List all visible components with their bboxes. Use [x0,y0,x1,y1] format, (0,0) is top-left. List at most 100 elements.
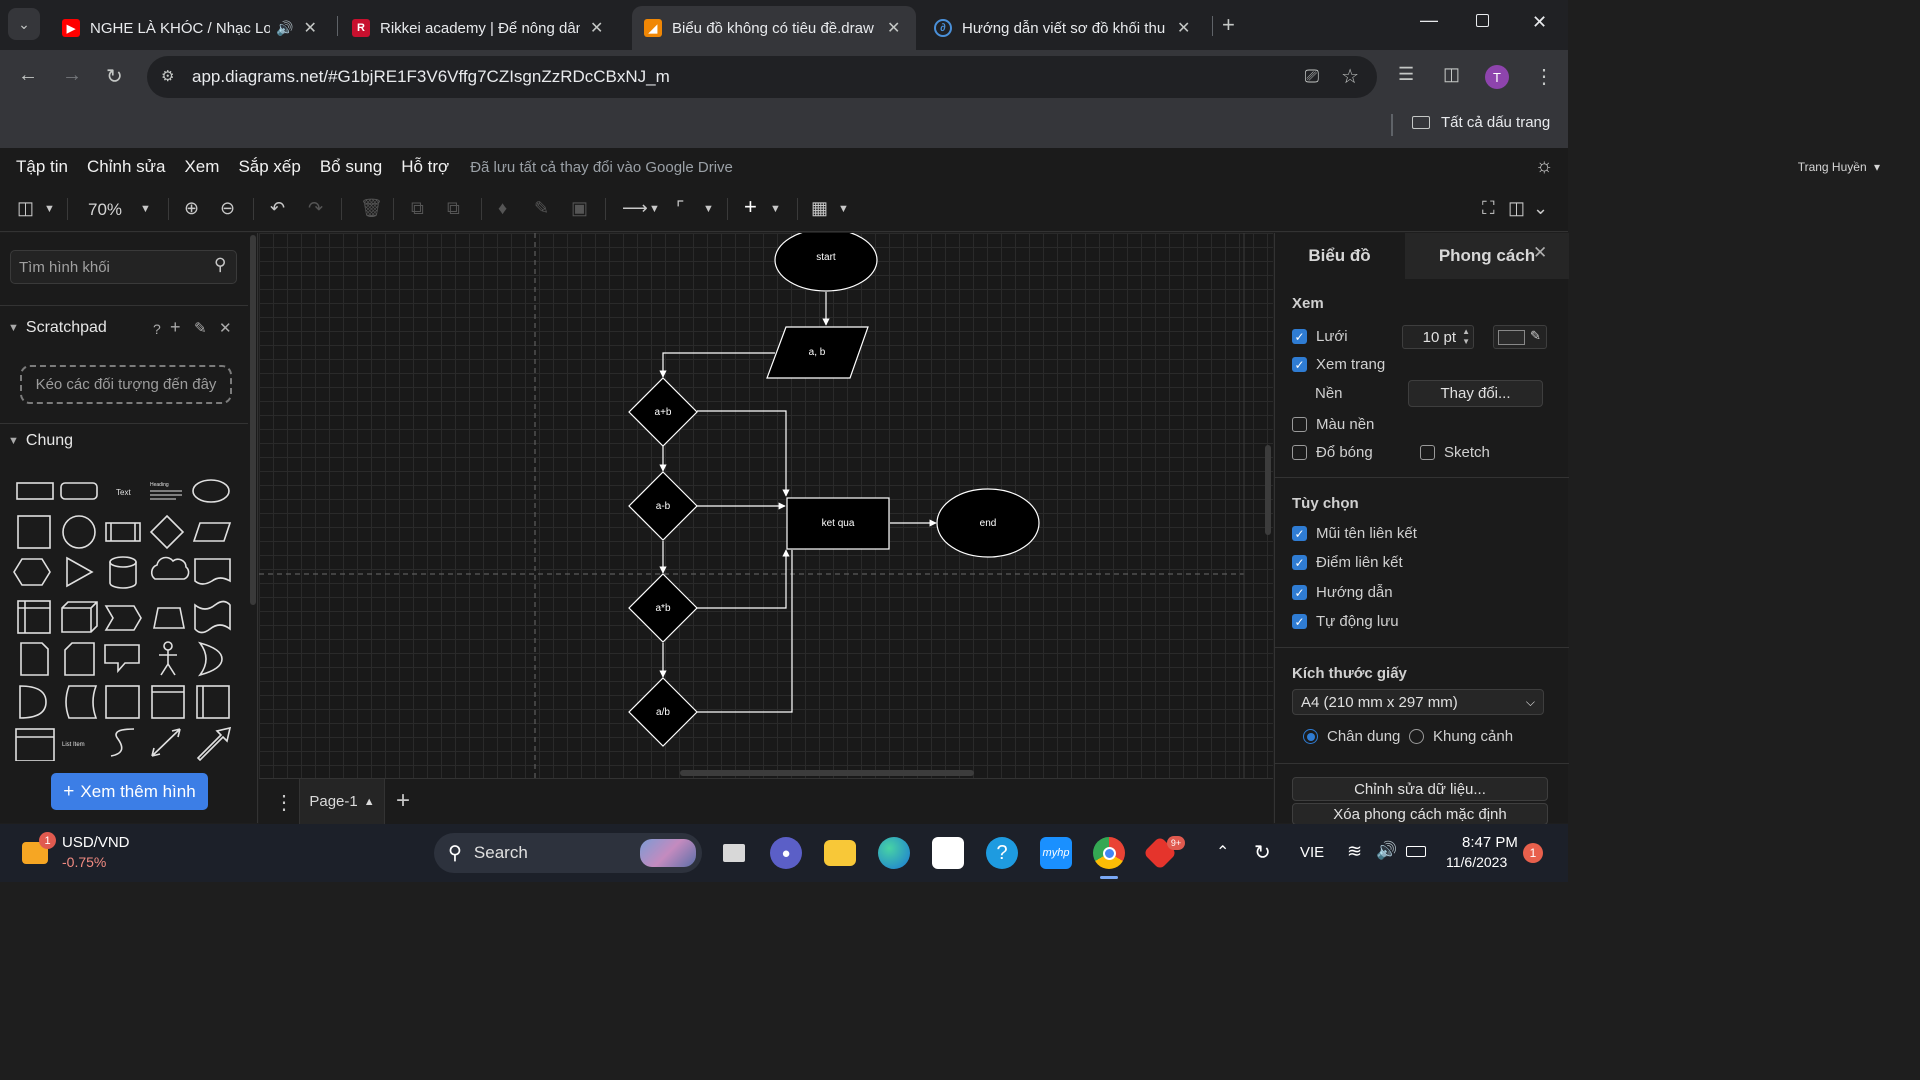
scratchpad-header[interactable]: ▼ Scratchpad [8,319,107,337]
side-panel-icon[interactable]: ◫ [1443,64,1460,85]
redo-icon[interactable]: ↷ [308,198,323,219]
user-menu[interactable]: Trang Huyền ▾ [1798,160,1880,174]
page-tab-current[interactable]: Page-1 ▲ [299,779,385,824]
to-back-icon[interactable]: ⧉ [447,198,460,219]
cube-shape[interactable] [61,601,98,633]
language-indicator[interactable]: VIE [1300,844,1324,861]
media-control-icon[interactable]: ☰ [1398,64,1414,85]
task-view-icon[interactable] [718,837,750,869]
grid-size-stepper[interactable]: 10 pt ▲ ▼ [1402,325,1474,349]
format-panel-toggle-icon[interactable]: ◫ [17,198,34,219]
caret-down-icon[interactable]: ▼ [649,203,660,215]
connection-arrows-row[interactable]: ✓ Mũi tên liên kết [1292,525,1417,542]
close-tab-icon[interactable]: ✕ [303,18,316,38]
pages-menu-icon[interactable]: ⋮ [274,790,294,815]
ellipse-shape[interactable] [192,479,230,503]
triangle-shape[interactable] [66,556,94,588]
page-view-checkbox[interactable]: ✓ [1292,357,1307,372]
search-icon[interactable]: ⚲ [214,255,226,275]
edge-input-sum[interactable] [659,352,775,378]
close-tab-icon[interactable]: ✕ [590,18,603,38]
edit-pencil-icon[interactable]: ✎ [194,319,207,337]
list-item-shape[interactable]: List Item [62,742,85,748]
connection-arrows-checkbox[interactable]: ✓ [1292,526,1307,541]
file-explorer-icon[interactable] [824,840,856,866]
close-tab-icon[interactable]: ✕ [1177,18,1190,38]
insert-plus-icon[interactable]: + [744,194,757,220]
menu-view[interactable]: Xem [184,157,219,177]
diagram-canvas[interactable]: start a, b a+b a-b a*b a/b ket qua end [259,233,1273,778]
edge-prod-result[interactable] [697,549,790,609]
speaker-icon[interactable]: 🔊 [276,20,293,37]
all-bookmarks-button[interactable]: Tất cả dấu trang [1412,114,1550,131]
bidirectional-arrow-shape[interactable] [151,728,181,757]
menu-help[interactable]: Hỗ trợ [401,157,449,177]
edit-data-button[interactable]: Chỉnh sửa dữ liệu... [1292,777,1548,801]
list-shape[interactable] [15,728,55,761]
menu-extras[interactable]: Bổ sung [320,157,382,177]
cloud-shape[interactable] [150,556,190,580]
card-shape[interactable] [64,642,95,676]
caret-down-icon[interactable]: ▼ [44,203,55,215]
taskbar-search-box[interactable]: ⚲ Search [434,833,702,873]
profile-avatar[interactable]: T [1485,65,1509,89]
sync-icon[interactable]: ↻ [1254,840,1271,865]
connection-points-checkbox[interactable]: ✓ [1292,555,1307,570]
rectangle-shape[interactable] [16,482,54,500]
battery-icon[interactable] [1406,846,1426,857]
page-view-checkbox-row[interactable]: ✓ Xem trang [1292,356,1385,373]
install-app-icon[interactable]: ⎚ [1305,66,1319,87]
theme-sun-icon[interactable]: ☼ [1535,155,1553,178]
save-status[interactable]: Đã lưu tất cả thay đổi vào Google Drive [470,159,733,176]
clear-default-style-button[interactable]: Xóa phong cách mặc định [1292,803,1548,825]
grid-checkbox[interactable]: ✓ [1292,329,1307,344]
teams-chat-icon[interactable]: ● [770,837,802,869]
general-header[interactable]: ▼ Chung [8,432,73,450]
tab-diagram[interactable]: Biểu đồ [1275,233,1404,279]
connection-points-row[interactable]: ✓ Điểm liên kết [1292,554,1403,571]
url-text[interactable]: app.diagrams.net/#G1bjRE1F3V6Vffg7CZIsgn… [192,67,670,87]
waypoints-icon[interactable]: ⌜ [676,198,684,219]
process-shape[interactable] [105,522,141,542]
edge-sum-result[interactable] [697,410,790,497]
format-panel-icon[interactable]: ◫ [1508,198,1525,219]
bg-color-checkbox-row[interactable]: Màu nền [1292,416,1374,433]
canvas-horizontal-scrollbar[interactable] [680,770,974,776]
shape-search-input[interactable] [10,250,237,284]
browser-tab-guide[interactable]: ∂ Hướng dẫn viết sơ đồ khối thu ✕ [922,6,1208,50]
or-shape[interactable] [197,641,223,677]
browser-tab-youtube[interactable]: ▶ NGHE LÀ KHÓC / Nhạc Lofi 🔊 ✕ [50,6,336,50]
menu-file[interactable]: Tập tin [16,157,68,177]
autosave-checkbox[interactable]: ✓ [1292,614,1307,629]
zoom-in-icon[interactable]: ⊕ [184,198,199,219]
arrow-shape[interactable] [196,726,232,761]
guides-row[interactable]: ✓ Hướng dẫn [1292,584,1393,601]
stock-widget[interactable]: 1 USD/VND -0.75% [22,832,162,874]
sketch-checkbox[interactable] [1420,445,1435,460]
square-shape[interactable] [17,515,51,549]
edge-browser-icon[interactable] [878,837,910,869]
cylinder-shape[interactable] [109,556,137,589]
heading-shape[interactable]: Heading [150,482,182,500]
close-tab-icon[interactable]: ✕ [887,18,900,38]
connection-arrow-icon[interactable]: ⟶ [622,198,648,219]
caret-down-icon[interactable]: ▼ [703,203,714,215]
parallelogram-shape[interactable] [192,522,232,542]
hp-app-icon[interactable]: myhp [1040,837,1072,869]
trapezoid-shape[interactable] [153,607,185,629]
microsoft-store-icon[interactable] [932,837,964,869]
caret-down-icon[interactable]: ▼ [140,203,151,215]
volume-icon[interactable]: 🔊 [1376,841,1397,861]
landscape-radio-row[interactable]: Khung cảnh [1409,728,1513,745]
restore-button[interactable] [1476,14,1489,27]
more-menu-icon[interactable]: ⋮ [1534,64,1554,89]
shadow-checkbox[interactable] [1292,445,1307,460]
wifi-icon[interactable]: ≋ [1347,841,1362,862]
paper-size-select[interactable]: A4 (210 mm x 297 mm) ⌵ [1292,689,1544,715]
fill-color-icon[interactable]: ♦ [498,198,507,219]
notification-badge[interactable]: 1 [1523,843,1543,863]
curve-shape[interactable] [110,728,135,757]
portrait-radio[interactable] [1303,729,1318,744]
forward-arrow-icon[interactable]: → [62,64,82,87]
document-shape[interactable] [194,558,231,585]
